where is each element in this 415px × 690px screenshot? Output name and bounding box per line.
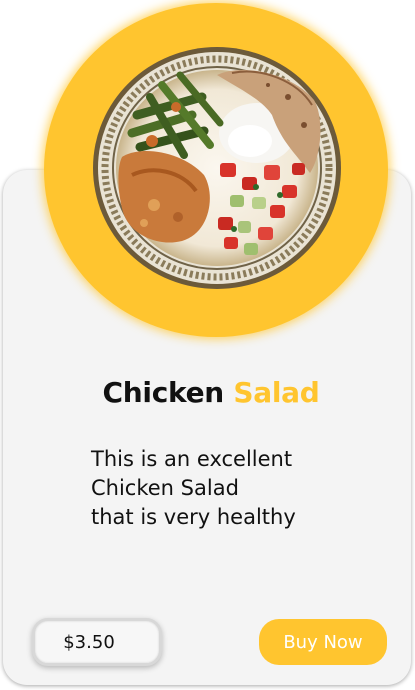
product-title-accent: Salad [233, 376, 320, 409]
description-line: that is very healthy [91, 505, 296, 529]
product-title-main: Chicken [102, 376, 225, 409]
product-title: Chicken Salad [0, 376, 415, 409]
price-badge: $3.50 [32, 618, 162, 666]
buy-now-button[interactable]: Buy Now [259, 619, 387, 665]
description-line: This is an excellent [91, 447, 293, 471]
description-line: Chicken Salad [91, 476, 239, 500]
food-plate-image [92, 45, 342, 291]
product-description: This is an excellent Chicken Salad that … [91, 445, 351, 532]
